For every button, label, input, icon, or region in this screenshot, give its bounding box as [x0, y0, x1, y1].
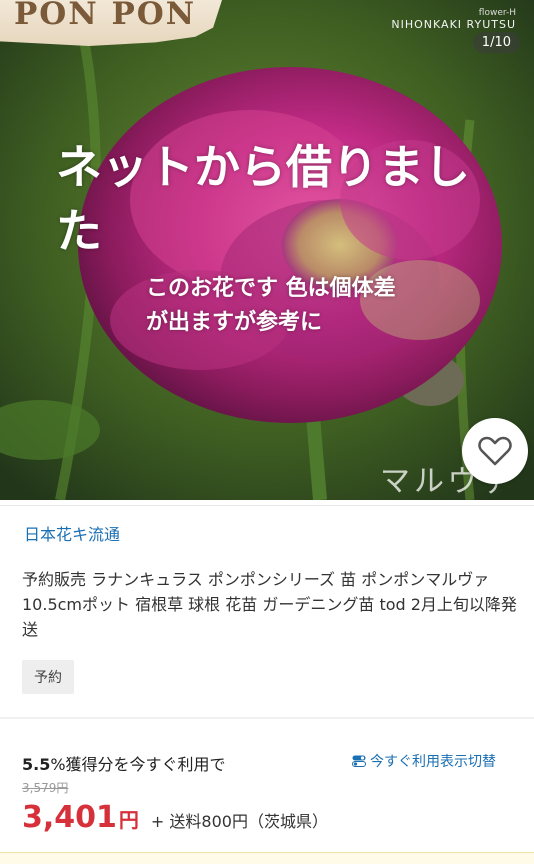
divider	[0, 717, 534, 719]
image-counter: 1/10	[472, 32, 520, 53]
points-toggle-link[interactable]: 今すぐ利用表示切替	[352, 751, 496, 771]
shipping-fee: + 送料800円（茨城県）	[150, 812, 328, 831]
original-price: 3,579円	[22, 781, 69, 795]
shop-watermark-sub: flower-H	[478, 8, 516, 18]
reservation-badge: 予約	[22, 660, 74, 694]
points-toggle-label: 今すぐ利用表示切替	[370, 754, 496, 770]
price-currency: 円	[118, 808, 139, 832]
bottom-notice-bar	[0, 852, 534, 864]
shop-watermark-name: NIHONKAKI RYUTSU	[391, 18, 516, 31]
shop-watermark: flower-H NIHONKAKI RYUTSU	[391, 8, 516, 31]
favorite-button[interactable]	[462, 418, 528, 484]
price-row: 3,401 円 + 送料800円（茨城県）	[22, 800, 328, 835]
product-title: 予約販売 ラナンキュラス ポンポンシリーズ 苗 ポンポンマルヴァ 10.5cmポ…	[22, 570, 517, 639]
sale-price: 3,401	[22, 800, 117, 835]
store-link[interactable]: 日本花キ流通	[24, 521, 120, 545]
points-description: %獲得分を今すぐ利用で	[50, 755, 226, 774]
divider	[0, 505, 534, 506]
overlay-caption-small: このお花です 色は個体差が出ますが参考に	[146, 276, 396, 335]
overlay-caption-large: ネットから借りました	[56, 140, 470, 258]
toggle-icon	[352, 755, 366, 767]
heart-icon	[478, 436, 512, 466]
points-usage-text: 5.5%獲得分を今すぐ利用で	[22, 751, 226, 775]
brand-title: PON PON	[14, 0, 197, 32]
points-percent: 5.5	[22, 755, 51, 774]
product-image-carousel[interactable]: PON PON flower-H NIHONKAKI RYUTSU 1/10 ネ…	[0, 0, 534, 500]
